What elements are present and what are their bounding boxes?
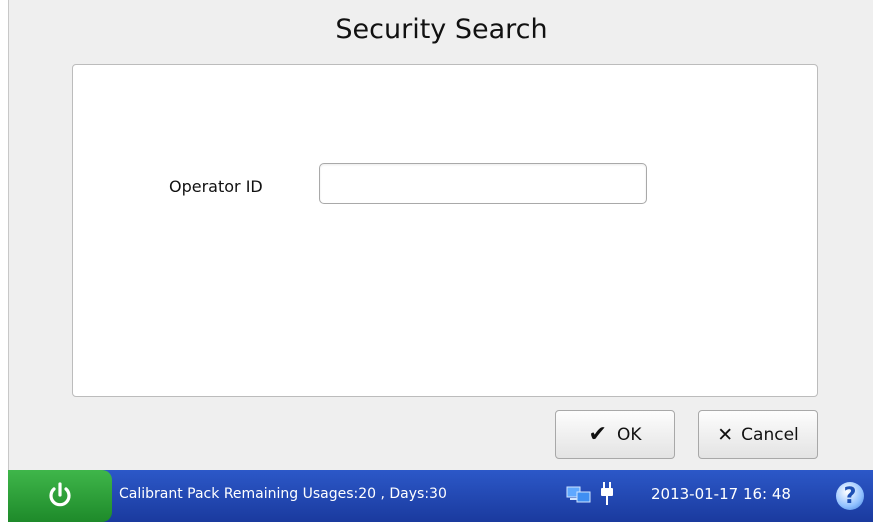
ok-button-label: OK (616, 424, 642, 445)
power-icon (49, 482, 71, 507)
network-icon (566, 486, 591, 503)
dialog-window: Security Search Operator ID ✔ OK ✕ Cance… (8, 0, 873, 470)
taskbar: Calibrant Pack Remaining Usages:20 , Day… (8, 470, 873, 522)
calibrant-status: Calibrant Pack Remaining Usages:20 , Day… (119, 486, 447, 502)
operator-id-label: Operator ID (169, 177, 263, 196)
cancel-button-label: Cancel (741, 424, 799, 445)
help-icon: ? (843, 483, 857, 509)
operator-id-input[interactable] (319, 163, 647, 204)
help-button[interactable]: ? (836, 482, 864, 510)
date-time: 2013-01-17 16: 48 (651, 485, 791, 503)
cancel-button[interactable]: ✕ Cancel (698, 410, 818, 459)
ok-button[interactable]: ✔ OK (555, 410, 675, 459)
check-icon: ✔ (588, 422, 607, 447)
x-icon: ✕ (717, 423, 734, 446)
form-panel: Operator ID (72, 64, 818, 397)
power-button[interactable] (8, 470, 112, 522)
plug-icon (601, 482, 613, 505)
dialog-title: Security Search (335, 14, 548, 45)
